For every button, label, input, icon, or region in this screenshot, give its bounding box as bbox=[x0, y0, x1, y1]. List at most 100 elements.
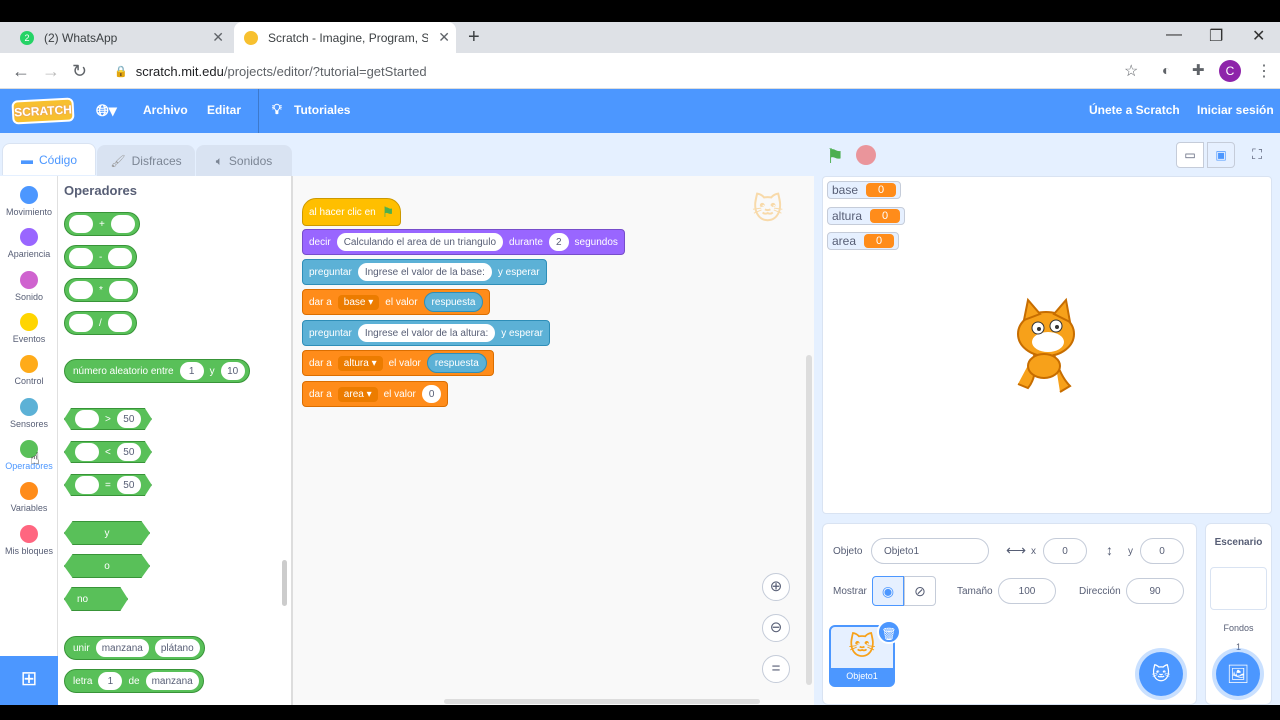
url-field[interactable]: 🔒 scratch.mit.edu /projects/editor/?tuto… bbox=[100, 57, 1150, 85]
cat-sprite[interactable] bbox=[998, 296, 1094, 396]
tab-scratch[interactable]: Scratch - Imagine, Program, Shar ✕ bbox=[234, 22, 456, 53]
tab-whatsapp[interactable]: 2 (2) WhatsApp ✕ bbox=[12, 22, 230, 53]
less-block[interactable]: <50 bbox=[64, 441, 152, 463]
star-icon[interactable]: ☆ bbox=[1124, 61, 1138, 81]
set-var-block-area[interactable]: dar a area ▾ el valor 0 bbox=[302, 381, 449, 407]
close-window-icon[interactable]: ✕ bbox=[1252, 26, 1265, 46]
secs-input[interactable]: 2 bbox=[548, 233, 569, 251]
close-tab-icon[interactable]: ✕ bbox=[438, 29, 450, 46]
zoom-in-button[interactable]: ⊕ bbox=[762, 573, 790, 601]
input-min[interactable]: 1 bbox=[179, 362, 204, 380]
palette-scrollbar[interactable] bbox=[282, 560, 287, 606]
category-motion[interactable]: Movimiento bbox=[0, 180, 58, 217]
fullscreen-icon[interactable]: ⛶ bbox=[1243, 142, 1271, 168]
ask-text-input[interactable]: Ingrese el valor de la altura: bbox=[357, 324, 496, 342]
zoom-out-button[interactable]: ⊖ bbox=[762, 614, 790, 642]
category-operators[interactable]: Operadores bbox=[0, 434, 58, 471]
green-flag-button[interactable]: ⚑ bbox=[826, 144, 844, 169]
input-slot[interactable]: manzana bbox=[145, 672, 199, 690]
small-stage-button[interactable]: ▭ bbox=[1176, 142, 1204, 168]
greater-block[interactable]: >50 bbox=[64, 408, 152, 430]
category-variables[interactable]: Variables bbox=[0, 476, 58, 513]
input-slot[interactable]: 1 bbox=[98, 672, 123, 690]
add-backdrop-button[interactable]: 🖼︎ bbox=[1216, 652, 1260, 696]
tab-sounds[interactable]: 🔈︎ Sonidos bbox=[196, 145, 292, 177]
input-slot[interactable] bbox=[69, 314, 93, 332]
extension-icon[interactable]: ◐ bbox=[1162, 62, 1170, 78]
multiply-block[interactable]: * bbox=[64, 278, 138, 302]
add-sprite-button[interactable]: 🐱︎ bbox=[1139, 652, 1183, 696]
forward-icon[interactable]: → bbox=[42, 61, 60, 82]
input-slot[interactable] bbox=[69, 215, 93, 233]
variable-dropdown[interactable]: base ▾ bbox=[337, 294, 380, 310]
signin-link[interactable]: Iniciar sesión bbox=[1197, 103, 1274, 117]
show-eye-icon[interactable]: ◉ bbox=[872, 576, 904, 606]
close-tab-icon[interactable]: ✕ bbox=[212, 29, 224, 46]
ask-text-input[interactable]: Ingrese el valor de la base: bbox=[357, 263, 492, 281]
input-slot[interactable] bbox=[75, 443, 99, 461]
script-vscrollbar[interactable] bbox=[806, 355, 812, 685]
divide-block[interactable]: / bbox=[64, 311, 137, 335]
input-slot[interactable]: 50 bbox=[116, 410, 141, 428]
set-var-block-altura[interactable]: dar a altura ▾ el valor respuesta bbox=[302, 350, 494, 376]
large-stage-button[interactable]: ▣ bbox=[1207, 142, 1235, 168]
ask-block-altura[interactable]: preguntar Ingrese el valor de la altura:… bbox=[302, 320, 550, 346]
ask-block-base[interactable]: preguntar Ingrese el valor de la base: y… bbox=[302, 259, 547, 285]
sprite-name-input[interactable]: Objeto1 bbox=[871, 538, 989, 564]
add-block[interactable]: + bbox=[64, 212, 140, 236]
backdrop-thumbnail[interactable] bbox=[1210, 567, 1267, 610]
globe-icon[interactable]: 🌐︎▾ bbox=[96, 101, 117, 121]
reload-icon[interactable]: ↻ bbox=[72, 61, 87, 82]
input-slot[interactable] bbox=[75, 410, 99, 428]
input-slot[interactable]: plátano bbox=[154, 639, 200, 657]
random-block[interactable]: número aleatorio entre 1 y 10 bbox=[64, 359, 250, 383]
or-block[interactable]: o bbox=[64, 554, 150, 578]
join-link[interactable]: Únete a Scratch bbox=[1089, 103, 1180, 117]
x-input[interactable]: 0 bbox=[1043, 538, 1087, 564]
back-icon[interactable]: ← bbox=[12, 61, 30, 82]
zoom-reset-button[interactable]: = bbox=[762, 655, 790, 683]
answer-reporter[interactable]: respuesta bbox=[423, 292, 484, 312]
input-slot[interactable]: manzana bbox=[95, 639, 149, 657]
answer-reporter[interactable]: respuesta bbox=[426, 353, 487, 373]
category-events[interactable]: Eventos bbox=[0, 307, 58, 344]
script-hscrollbar[interactable] bbox=[444, 699, 760, 704]
script-area[interactable] bbox=[292, 176, 814, 705]
category-myblocks[interactable]: Mis bloques bbox=[0, 519, 58, 556]
scratch-logo[interactable]: SCRATCH bbox=[11, 97, 75, 125]
category-sensing[interactable]: Sensores bbox=[0, 392, 58, 429]
variable-dropdown[interactable]: altura ▾ bbox=[337, 355, 383, 371]
input-slot[interactable] bbox=[108, 281, 133, 299]
minimize-icon[interactable]: — bbox=[1166, 26, 1182, 44]
y-input[interactable]: 0 bbox=[1140, 538, 1184, 564]
menu-edit[interactable]: Editar bbox=[207, 103, 241, 117]
variable-dropdown[interactable]: area ▾ bbox=[337, 386, 378, 402]
category-looks[interactable]: Apariencia bbox=[0, 222, 58, 259]
input-slot[interactable] bbox=[108, 248, 133, 266]
menu-file[interactable]: Archivo bbox=[143, 103, 188, 117]
delete-sprite-icon[interactable]: 🗑︎ bbox=[877, 620, 901, 644]
subtract-block[interactable]: - bbox=[64, 245, 138, 269]
say-for-block[interactable]: decir Calculando el area de un triangulo… bbox=[302, 229, 625, 255]
menu-tutorials[interactable]: Tutoriales bbox=[294, 103, 350, 117]
input-max[interactable]: 10 bbox=[220, 362, 245, 380]
hide-eye-icon[interactable]: ⊘ bbox=[904, 576, 936, 606]
not-block[interactable]: no bbox=[64, 587, 128, 611]
input-slot[interactable] bbox=[75, 476, 99, 494]
new-tab-button[interactable]: + bbox=[468, 26, 480, 49]
value-input[interactable]: 0 bbox=[421, 385, 442, 403]
size-input[interactable]: 100 bbox=[998, 578, 1056, 604]
stop-button[interactable] bbox=[856, 145, 876, 165]
direction-input[interactable]: 90 bbox=[1126, 578, 1184, 604]
tab-code[interactable]: ▬ Código bbox=[2, 143, 96, 175]
more-icon[interactable]: ⋮ bbox=[1256, 61, 1272, 81]
input-slot[interactable]: 50 bbox=[116, 476, 141, 494]
letter-block[interactable]: letra 1 de manzana bbox=[64, 669, 204, 693]
equals-block[interactable]: = 50 bbox=[64, 474, 152, 496]
input-slot[interactable] bbox=[69, 248, 93, 266]
restore-icon[interactable]: ❐ bbox=[1209, 26, 1223, 46]
puzzle-icon[interactable]: ✚ bbox=[1192, 61, 1205, 79]
join-block[interactable]: unir manzana plátano bbox=[64, 636, 205, 660]
avatar[interactable]: C bbox=[1219, 60, 1241, 82]
add-extension-button[interactable]: ⊞ bbox=[0, 656, 58, 705]
